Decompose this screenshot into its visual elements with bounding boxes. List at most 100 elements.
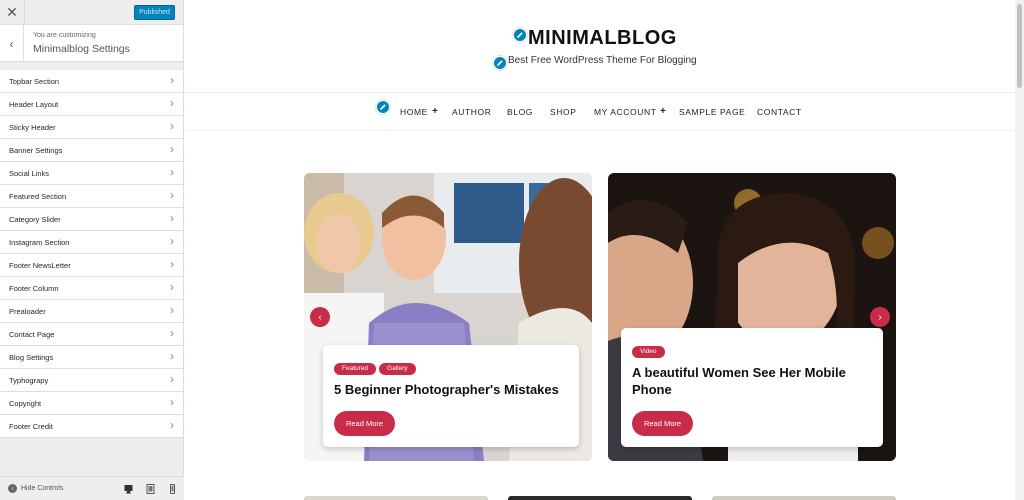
nav-item-shop[interactable]: SHOP [550, 107, 577, 117]
slide-card-2[interactable]: › Video A beautiful Women See Her Mobile… [608, 173, 896, 461]
chevron-right-icon: › [170, 188, 174, 202]
section-item[interactable]: Blog Settings › [0, 346, 183, 369]
section-label: Header Layout [9, 99, 59, 109]
edit-menu-icon[interactable] [376, 100, 390, 114]
section-item[interactable]: Banner Settings › [0, 139, 183, 162]
post-card-peek [712, 496, 896, 500]
section-label: Typhograpy [9, 375, 49, 385]
section-item[interactable]: Typhograpy › [0, 369, 183, 392]
chevron-right-icon: › [170, 280, 174, 294]
section-item[interactable]: Category Slider › [0, 208, 183, 231]
edit-tagline-icon[interactable] [493, 56, 507, 70]
post-card-peek [508, 496, 692, 500]
mobile-icon[interactable] [168, 484, 177, 494]
section-label: Blog Settings [9, 352, 54, 362]
publish-button[interactable]: Published [134, 5, 175, 20]
section-label: Contact Page [9, 329, 55, 339]
section-label: Instagram Section [9, 237, 70, 247]
section-label: Sticky Header [9, 122, 56, 132]
chevron-right-icon: › [170, 234, 174, 248]
nav-item-home[interactable]: HOME [400, 107, 428, 117]
section-item[interactable]: Contact Page › [0, 323, 183, 346]
customizer-sidebar: ✕ Published ‹ You are customizing Minima… [0, 0, 184, 500]
nav-divider-bottom [185, 130, 1015, 131]
customizing-title: Minimalblog Settings [33, 43, 130, 55]
slider-prev-button[interactable]: ‹ [310, 307, 330, 327]
hide-controls-button[interactable]: ‹ Hide Controls [8, 484, 63, 493]
section-item[interactable]: Header Layout › [0, 93, 183, 116]
scroll-thumb[interactable] [1017, 4, 1022, 88]
customizer-header: ✕ Published [0, 0, 183, 25]
category-tag[interactable]: Video [632, 346, 665, 358]
section-item[interactable]: Social Links › [0, 162, 183, 185]
slide-caption-1: Featured Gallery 5 Beginner Photographer'… [323, 345, 579, 447]
chevron-right-icon: › [170, 73, 174, 87]
chevron-right-icon: › [170, 349, 174, 363]
nav-item-author[interactable]: AUTHOR [452, 107, 492, 117]
site-title[interactable]: MINIMALBLOG [528, 27, 677, 50]
slide-card-1[interactable]: ‹ Featured Gallery 5 Beginner Photographe… [304, 173, 592, 461]
customizing-subtitle: You are customizing [33, 32, 96, 39]
chevron-right-icon: › [170, 165, 174, 179]
category-tag[interactable]: Featured [334, 363, 377, 375]
section-label: Featured Section [9, 191, 67, 201]
chevron-right-icon: › [170, 418, 174, 432]
desktop-icon[interactable] [124, 484, 133, 494]
submenu-plus-icon[interactable]: + [432, 106, 438, 117]
collapse-icon: ‹ [8, 484, 17, 493]
read-more-button[interactable]: Read More [632, 411, 693, 436]
close-customizer-button[interactable]: ✕ [0, 0, 25, 25]
section-item[interactable]: Prealoader › [0, 300, 183, 323]
chevron-right-icon: › [170, 96, 174, 110]
submenu-plus-icon[interactable]: + [660, 106, 666, 117]
nav-item-sample-page[interactable]: SAMPLE PAGE [679, 107, 745, 117]
section-item[interactable]: Footer Credit › [0, 415, 183, 438]
nav-divider-top [185, 92, 1015, 93]
section-item[interactable]: Sticky Header › [0, 116, 183, 139]
hide-controls-label: Hide Controls [21, 485, 64, 492]
category-tag[interactable]: Gallery [379, 363, 416, 375]
back-button[interactable]: ‹ [0, 25, 24, 62]
section-label: Social Links [9, 168, 50, 178]
section-item[interactable]: Copyright › [0, 392, 183, 415]
section-label: Prealoader [9, 306, 46, 316]
edit-title-icon[interactable] [513, 28, 527, 42]
chevron-right-icon: › [170, 326, 174, 340]
nav-item-my-account[interactable]: MY ACCOUNT [594, 107, 657, 117]
slide-title[interactable]: A beautiful Women See Her Mobile Phone [632, 364, 872, 398]
preview-scrollbar[interactable] [1015, 0, 1024, 500]
section-label: Footer Column [9, 283, 59, 293]
slide-tags: Video [632, 340, 668, 358]
section-label: Copyright [9, 398, 42, 408]
chevron-right-icon: › [170, 372, 174, 386]
slide-title[interactable]: 5 Beginner Photographer's Mistakes [334, 381, 559, 398]
customizer-footer: ‹ Hide Controls [0, 476, 184, 500]
read-more-button[interactable]: Read More [334, 411, 395, 436]
section-label: Banner Settings [9, 145, 63, 155]
slide-tags: Featured Gallery [334, 357, 419, 375]
section-label: Category Slider [9, 214, 61, 224]
section-item[interactable]: Featured Section › [0, 185, 183, 208]
section-label: Topbar Section [9, 76, 60, 86]
section-item[interactable]: Instagram Section › [0, 231, 183, 254]
post-card-peek [304, 496, 488, 500]
nav-item-contact[interactable]: CONTACT [757, 107, 802, 117]
slide-caption-2: Video A beautiful Women See Her Mobile P… [621, 328, 883, 447]
chevron-right-icon: › [170, 119, 174, 133]
section-item[interactable]: Footer NewsLetter › [0, 254, 183, 277]
section-label: Footer Credit [9, 421, 53, 431]
chevron-right-icon: › [170, 142, 174, 156]
section-list: Topbar Section › Header Layout › Sticky Head… [0, 70, 183, 438]
section-label: Footer NewsLetter [9, 260, 71, 270]
tablet-icon[interactable] [146, 484, 155, 494]
chevron-right-icon: › [170, 395, 174, 409]
section-item[interactable]: Topbar Section › [0, 70, 183, 93]
chevron-right-icon: › [170, 303, 174, 317]
chevron-right-icon: › [170, 257, 174, 271]
customizing-info: ‹ You are customizing Minimalblog Settin… [0, 25, 183, 62]
section-item[interactable]: Footer Column › [0, 277, 183, 300]
chevron-right-icon: › [170, 211, 174, 225]
nav-item-blog[interactable]: BLOG [507, 107, 533, 117]
site-tagline: Best Free WordPress Theme For Blogging [508, 55, 697, 66]
slider-next-button[interactable]: › [870, 307, 890, 327]
